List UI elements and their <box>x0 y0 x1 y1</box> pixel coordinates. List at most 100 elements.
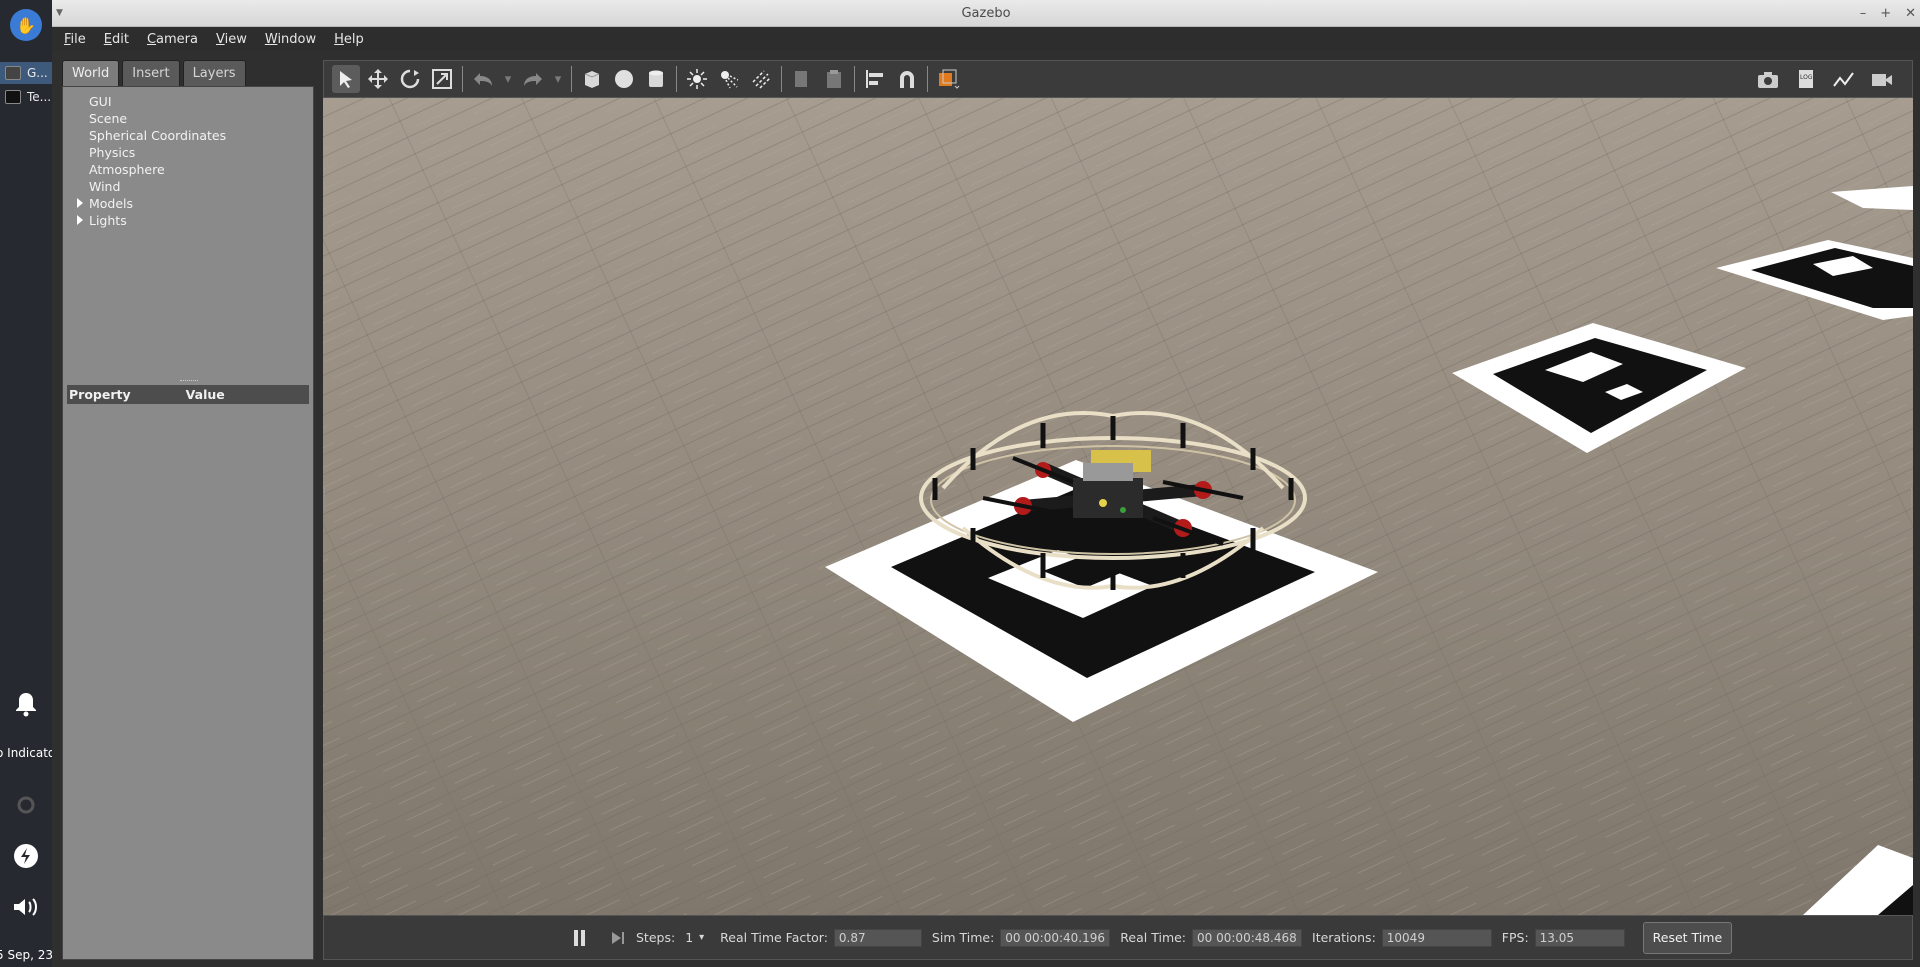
viewport-left-handle[interactable] <box>324 488 326 510</box>
window-title: Gazebo <box>961 6 1011 21</box>
notification-bell-icon[interactable] <box>12 690 40 718</box>
toolbar-separator <box>462 66 463 92</box>
clock-label: 5 Sep, 23: <box>0 948 58 962</box>
cylinder-icon[interactable] <box>642 65 670 93</box>
sim-time-label: Sim Time: <box>931 930 995 945</box>
task-label: Te... <box>27 90 52 104</box>
sphere-icon[interactable] <box>610 65 638 93</box>
viewport-right-handle[interactable] <box>1910 488 1912 510</box>
real-time-field: 00 00:00:48.468 <box>1192 928 1303 947</box>
task-label: G... <box>27 66 48 80</box>
system-dock: ✋ G... Te... o Indicato 5 Sep, 23: <box>0 0 57 967</box>
toolbar-separator <box>927 66 928 92</box>
plot-icon[interactable] <box>1830 66 1858 94</box>
indicator-label: o Indicato <box>0 746 56 760</box>
task-terminal[interactable]: Te... <box>0 86 52 108</box>
terminal-task-icon <box>5 90 21 104</box>
svg-text:LOG: LOG <box>1800 74 1813 81</box>
sim-status-bar: Steps: 1 ▾ Real Time Factor: 0.87 Sim Ti… <box>323 915 1913 960</box>
toolbar-separator <box>571 66 572 92</box>
scene-viewport[interactable] <box>323 98 1913 915</box>
tree-item-lights[interactable]: Lights <box>89 213 127 228</box>
close-icon[interactable]: ✕ <box>1905 0 1916 27</box>
directional-light-icon[interactable] <box>747 65 775 93</box>
tree-item-atmosphere[interactable]: Atmosphere <box>89 162 165 177</box>
world-tree: GUI Scene Spherical Coordinates Physics … <box>62 86 314 960</box>
left-panel: World Insert Layers GUI Scene Spherical … <box>62 58 314 960</box>
toolbar-separator <box>781 66 782 92</box>
menu-view[interactable]: View <box>216 32 247 47</box>
col-property: Property <box>69 387 131 402</box>
app-launcher-icon[interactable]: ✋ <box>10 9 42 41</box>
gazebo-window: ▼ Gazebo – + ✕ File Edit Camera View Win… <box>52 0 1920 967</box>
reset-time-button[interactable]: Reset Time <box>1642 921 1733 954</box>
spinner-icon <box>12 791 40 819</box>
steps-label: Steps: <box>636 930 676 945</box>
menu-help[interactable]: Help <box>334 32 364 47</box>
tree-item-gui[interactable]: GUI <box>89 94 112 109</box>
fps-label: FPS: <box>1501 930 1529 945</box>
rtf-label: Real Time Factor: <box>720 930 828 945</box>
panel-splitter[interactable] <box>180 380 198 382</box>
power-icon[interactable] <box>12 842 40 870</box>
pause-icon[interactable] <box>574 928 596 948</box>
box-icon[interactable] <box>578 65 606 93</box>
menu-edit[interactable]: Edit <box>104 32 129 47</box>
real-time-label: Real Time: <box>1120 930 1187 945</box>
view-angle-icon[interactable] <box>934 65 962 93</box>
tree-item-wind[interactable]: Wind <box>89 179 120 194</box>
property-header: Property Value <box>67 385 309 404</box>
toolbar-separator <box>676 66 677 92</box>
steps-dropdown-icon[interactable]: ▾ <box>699 932 704 943</box>
undo-dropdown-icon[interactable]: ▾ <box>501 65 515 93</box>
step-icon[interactable] <box>610 928 628 948</box>
window-menu-icon[interactable]: ▼ <box>56 0 63 27</box>
translate-icon[interactable] <box>364 65 392 93</box>
toolbar-right-group: LOG <box>1754 66 1900 94</box>
iterations-label: Iterations: <box>1312 930 1376 945</box>
menu-window[interactable]: Window <box>265 32 316 47</box>
align-icon[interactable] <box>861 65 889 93</box>
col-value: Value <box>185 387 225 402</box>
menu-file[interactable]: File <box>64 32 86 47</box>
tree-item-scene[interactable]: Scene <box>89 111 127 126</box>
snap-magnet-icon[interactable] <box>893 65 921 93</box>
title-bar[interactable]: ▼ Gazebo – + ✕ <box>52 0 1920 27</box>
scale-icon[interactable] <box>428 65 456 93</box>
tab-insert[interactable]: Insert <box>122 60 180 86</box>
log-icon[interactable]: LOG <box>1792 66 1820 94</box>
paste-icon[interactable] <box>820 65 848 93</box>
menu-camera[interactable]: Camera <box>147 32 198 47</box>
fps-field: 13.05 <box>1534 928 1625 947</box>
select-arrow-icon[interactable] <box>332 65 360 93</box>
rotate-icon[interactable] <box>396 65 424 93</box>
scene-render <box>323 98 1913 915</box>
tree-item-physics[interactable]: Physics <box>89 145 135 160</box>
redo-icon[interactable] <box>519 65 547 93</box>
tree-item-spherical-coordinates[interactable]: Spherical Coordinates <box>89 128 226 143</box>
tab-layers[interactable]: Layers <box>182 60 246 86</box>
volume-icon[interactable] <box>12 893 40 921</box>
undo-icon[interactable] <box>469 65 497 93</box>
task-gazebo[interactable]: G... <box>0 62 52 84</box>
spot-light-icon[interactable] <box>715 65 743 93</box>
toolbar-separator <box>854 66 855 92</box>
steps-spinbox[interactable]: 1 <box>685 930 693 945</box>
tree-item-models[interactable]: Models <box>89 196 133 211</box>
gazebo-task-icon <box>5 66 21 80</box>
sim-time-field: 00 00:00:40.196 <box>1000 928 1111 947</box>
expand-arrow-icon[interactable] <box>77 215 83 225</box>
screenshot-icon[interactable] <box>1754 66 1782 94</box>
menu-bar: File Edit Camera View Window Help <box>52 27 1920 51</box>
point-light-icon[interactable] <box>683 65 711 93</box>
maximize-icon[interactable]: + <box>1880 0 1891 27</box>
minimize-icon[interactable]: – <box>1860 0 1867 27</box>
expand-arrow-icon[interactable] <box>77 198 83 208</box>
video-record-icon[interactable] <box>1868 66 1896 94</box>
toolbar: ▾ ▾ LOG <box>323 60 1913 98</box>
tab-world[interactable]: World <box>62 60 120 86</box>
panel-tabs: World Insert Layers <box>62 58 314 86</box>
copy-icon[interactable] <box>788 65 816 93</box>
rtf-field: 0.87 <box>833 928 922 947</box>
redo-dropdown-icon[interactable]: ▾ <box>551 65 565 93</box>
